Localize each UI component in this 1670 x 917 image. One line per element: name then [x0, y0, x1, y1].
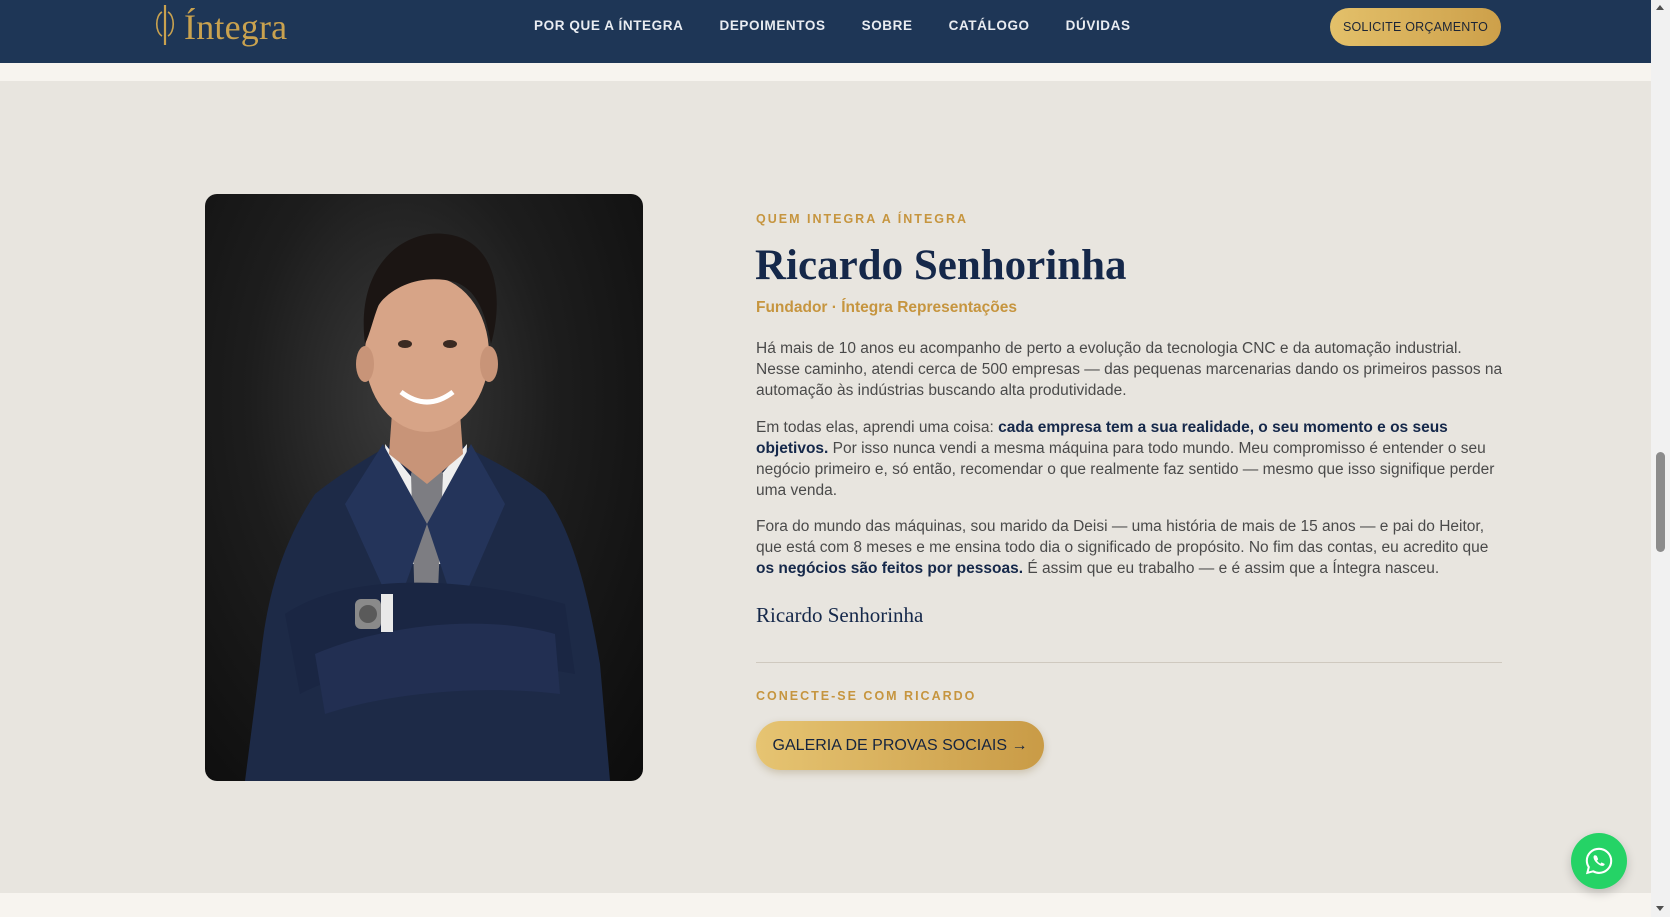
- founder-role: Fundador · Íntegra Representações: [756, 299, 1017, 316]
- main-nav: POR QUE A ÍNTEGRA DEPOIMENTOS SOBRE CATÁ…: [534, 18, 1167, 33]
- bio-paragraph-3-highlight: os negócios são feitos por pessoas.: [756, 560, 1024, 577]
- founder-name: Ricardo Senhorinha: [755, 242, 1127, 289]
- next-section-edge: [0, 893, 1651, 917]
- nav-link-sobre[interactable]: SOBRE: [862, 18, 913, 33]
- section-separator: [0, 63, 1651, 81]
- signature: Ricardo Senhorinha: [756, 603, 924, 627]
- bio-paragraph-3: Fora do mundo das máquinas, sou marido d…: [756, 516, 1506, 579]
- divider: [756, 662, 1502, 663]
- whatsapp-button[interactable]: [1571, 833, 1627, 889]
- nav-link-depoimentos[interactable]: DEPOIMENTOS: [719, 18, 825, 33]
- scroll-up-arrow-icon[interactable]: [1656, 5, 1664, 10]
- bio-paragraph-3-text-end: É assim que eu trabalho — e é assim que …: [1023, 560, 1440, 577]
- logo-text: Íntegra: [184, 7, 288, 47]
- logo-mark-icon: [155, 5, 175, 45]
- founder-portrait-illustration: [245, 233, 610, 781]
- bio-paragraph-2-text-end: Por isso nunca vendi a mesma máquina par…: [756, 440, 1495, 499]
- scroll-thumb[interactable]: [1656, 452, 1665, 552]
- section-eyebrow: QUEM INTEGRA A ÍNTEGRA: [756, 212, 969, 226]
- nav-link-catalogo[interactable]: CATÁLOGO: [949, 18, 1030, 33]
- nav-link-duvidas[interactable]: DÚVIDAS: [1066, 18, 1131, 33]
- bio-paragraph-1: Há mais de 10 anos eu acompanho de perto…: [756, 340, 1503, 399]
- bio-paragraph-2-text: Em todas elas, aprendi uma coisa:: [756, 419, 999, 436]
- bio-paragraph-2: Em todas elas, aprendi uma coisa: cada e…: [756, 417, 1506, 501]
- founder-photo: [205, 194, 643, 781]
- nav-link-por-que[interactable]: POR QUE A ÍNTEGRA: [534, 18, 683, 33]
- page-scrollbar[interactable]: [1651, 0, 1670, 917]
- bio-paragraph-3-text: Fora do mundo das máquinas, sou marido d…: [756, 518, 1489, 556]
- whatsapp-icon: [1585, 847, 1613, 875]
- site-header: Íntegra POR QUE A ÍNTEGRA DEPOIMENTOS SO…: [0, 0, 1651, 63]
- scroll-down-arrow-icon[interactable]: [1656, 906, 1664, 911]
- connect-eyebrow: CONECTE-SE COM RICARDO: [756, 689, 977, 703]
- social-proof-gallery-button[interactable]: GALERIA DE PROVAS SOCIAIS →: [756, 721, 1044, 770]
- logo[interactable]: Íntegra: [152, 2, 287, 48]
- request-quote-button[interactable]: SOLICITE ORÇAMENTO: [1330, 8, 1501, 46]
